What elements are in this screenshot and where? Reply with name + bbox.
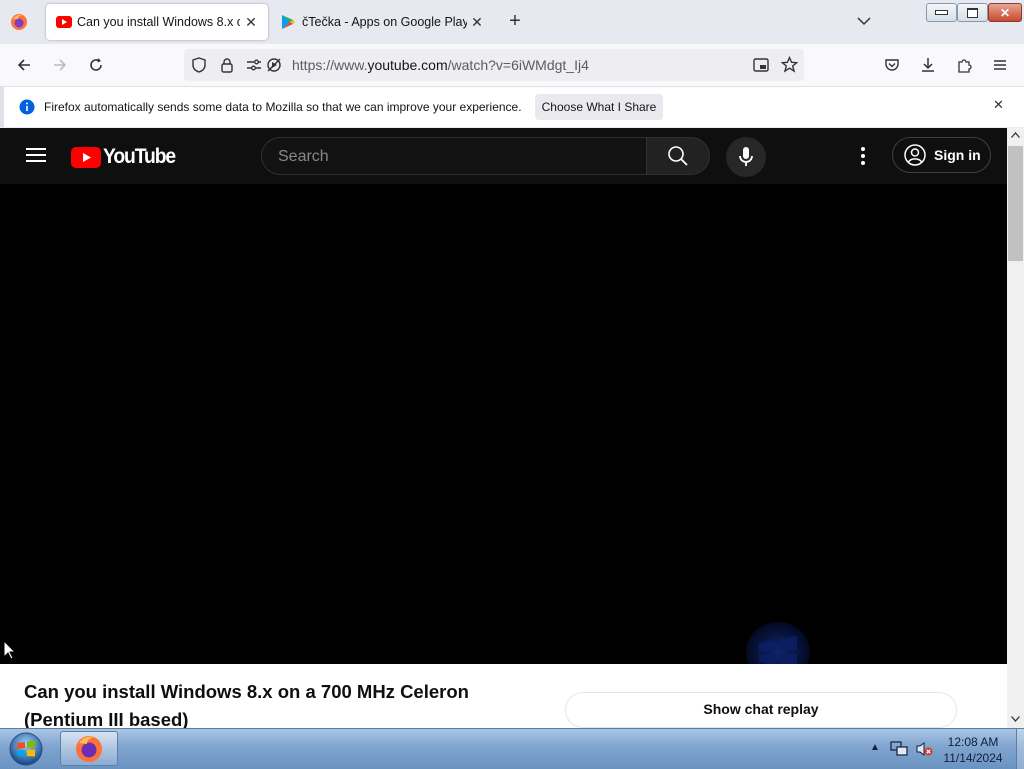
search-icon	[668, 146, 688, 166]
scroll-up-arrow-icon[interactable]	[1011, 132, 1020, 138]
back-arrow-icon	[17, 59, 30, 71]
mouse-cursor-icon	[3, 640, 17, 660]
reload-icon	[90, 58, 102, 71]
restore-icon	[967, 7, 978, 18]
restore-button[interactable]	[957, 3, 988, 22]
chevron-down-icon[interactable]	[856, 13, 872, 29]
show-chat-replay-button[interactable]: Show chat replay	[565, 692, 957, 728]
youtube-header: YouTube Search Sign in	[0, 128, 1007, 184]
microphone-icon	[739, 147, 753, 166]
close-icon: ✕	[999, 5, 1011, 20]
bookmark-star-icon[interactable]	[781, 56, 798, 73]
more-vertical-icon[interactable]	[860, 146, 866, 166]
youtube-favicon-icon	[56, 16, 72, 28]
url-prefix: https://www.	[292, 57, 368, 73]
search-input[interactable]: Search	[261, 137, 646, 175]
tab-active[interactable]: Can you install Windows 8.x on a 700 MHz…	[46, 4, 268, 40]
app-menu-button[interactable]	[989, 54, 1011, 76]
pocket-icon	[885, 59, 899, 71]
forward-arrow-icon	[54, 59, 67, 71]
autoplay-blocked-icon[interactable]	[266, 57, 282, 73]
scrollbar-thumb[interactable]	[1008, 146, 1023, 261]
navigation-toolbar: https://www.youtube.com/watch?v=6iWMdgt_…	[0, 44, 1024, 87]
video-info-panel: Can you install Windows 8.x on a 700 MHz…	[0, 664, 1007, 728]
minimize-icon	[935, 10, 948, 15]
sign-in-label: Sign in	[934, 147, 981, 163]
close-tab-icon[interactable]: ✕	[468, 13, 486, 31]
url-text[interactable]: https://www.youtube.com/watch?v=6iWMdgt_…	[292, 57, 589, 73]
permissions-icon[interactable]	[246, 57, 262, 73]
pocket-button[interactable]	[881, 54, 903, 76]
google-play-favicon-icon	[282, 15, 295, 29]
taskbar: ▲ 12:08 AM 11/14/2024	[0, 728, 1024, 769]
downloads-button[interactable]	[917, 54, 939, 76]
account-circle-icon	[904, 144, 926, 166]
firefox-menu-icon[interactable]	[10, 13, 28, 31]
tab-title: čTečka - Apps on Google Play	[302, 15, 467, 29]
hamburger-icon	[994, 60, 1006, 70]
voice-search-button[interactable]	[726, 137, 766, 177]
sign-in-button[interactable]: Sign in	[892, 137, 991, 173]
clock[interactable]: 12:08 AM 11/14/2024	[930, 734, 1016, 766]
search-placeholder: Search	[278, 148, 329, 165]
tab-inactive[interactable]: čTečka - Apps on Google Play ✕	[270, 4, 494, 40]
scroll-down-arrow-icon[interactable]	[1011, 716, 1020, 722]
guide-menu-icon[interactable]	[26, 147, 46, 163]
picture-in-picture-icon[interactable]	[753, 57, 769, 73]
notification-text: Firefox automatically sends some data to…	[44, 100, 522, 114]
download-icon	[922, 58, 934, 72]
notification-accent	[0, 87, 4, 127]
lock-icon[interactable]	[219, 57, 235, 73]
youtube-logo-text: YouTube	[103, 145, 176, 168]
new-tab-icon[interactable]: +	[505, 11, 525, 31]
video-title: Can you install Windows 8.x on a 700 MHz…	[24, 681, 469, 728]
url-bar[interactable]: https://www.youtube.com/watch?v=6iWMdgt_…	[184, 49, 804, 81]
page-scrollbar[interactable]	[1007, 128, 1024, 728]
clock-time: 12:08 AM	[947, 735, 999, 749]
data-collection-notification: Firefox automatically sends some data to…	[0, 87, 1024, 128]
tab-title: Can you install Windows 8.x on a 700 MHz…	[77, 15, 240, 29]
page-viewport: YouTube Search Sign in Can you install W…	[0, 128, 1007, 728]
close-notification-icon[interactable]: ✕	[993, 97, 1004, 113]
tab-strip: Can you install Windows 8.x on a 700 MHz…	[0, 0, 1024, 44]
network-icon[interactable]	[890, 741, 908, 757]
shield-icon[interactable]	[191, 57, 207, 73]
close-tab-icon[interactable]: ✕	[242, 13, 260, 31]
info-icon	[19, 99, 35, 115]
youtube-play-logo-icon	[71, 146, 101, 168]
show-desktop-button[interactable]	[1016, 729, 1024, 769]
taskbar-firefox-button[interactable]	[60, 731, 118, 766]
extensions-button[interactable]	[953, 54, 975, 76]
start-button[interactable]	[6, 731, 46, 767]
url-host: youtube.com	[367, 57, 448, 73]
reload-button[interactable]	[85, 54, 107, 76]
clock-date: 11/14/2024	[943, 751, 1003, 765]
forward-button[interactable]	[49, 54, 71, 76]
back-button[interactable]	[13, 54, 35, 76]
show-hidden-icons-icon[interactable]: ▲	[870, 742, 880, 753]
url-path: /watch?v=6iWMdgt_Ij4	[447, 57, 589, 73]
puzzle-icon	[958, 59, 972, 73]
youtube-logo[interactable]: YouTube	[71, 145, 181, 169]
video-player[interactable]	[0, 184, 1007, 682]
window-close-button[interactable]: ✕	[988, 3, 1022, 22]
minimize-button[interactable]	[926, 3, 957, 22]
firefox-icon	[76, 735, 102, 762]
search-button[interactable]	[646, 137, 710, 175]
choose-what-i-share-button[interactable]: Choose What I Share	[535, 94, 663, 120]
